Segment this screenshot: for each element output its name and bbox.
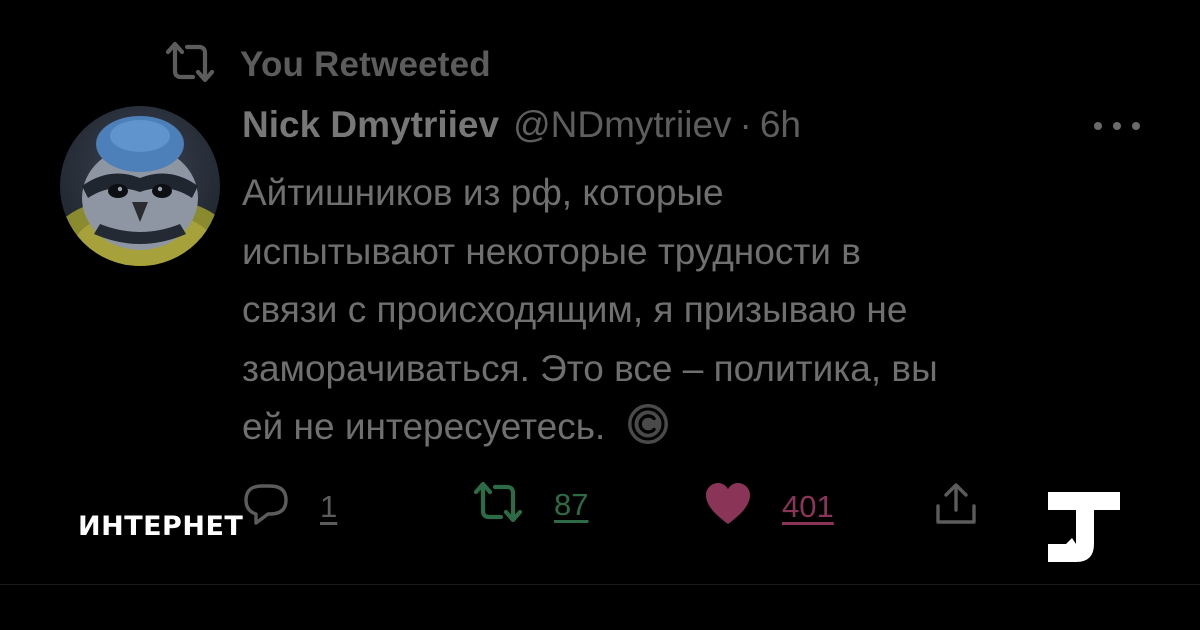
- retweet-icon: [164, 40, 216, 89]
- tweet-text-line: связи с происходящим, я призываю не: [242, 289, 908, 330]
- retweet-button[interactable]: 87: [472, 480, 588, 529]
- tweet-text-line: испытывают некоторые трудности в: [242, 230, 861, 272]
- share-icon: [932, 480, 980, 533]
- reply-icon: [242, 480, 290, 533]
- reply-button[interactable]: 1: [242, 480, 337, 533]
- tweet-text-line-last: ей не интересуетесь.: [242, 398, 1142, 457]
- avatar[interactable]: [60, 106, 220, 266]
- section-label[interactable]: ИНТЕРНЕТ: [78, 511, 243, 542]
- tweet-text-line: заморачиваться. Это все – политика, вы: [242, 347, 938, 389]
- share-button[interactable]: [932, 480, 980, 533]
- copyright-icon: [625, 401, 671, 447]
- meta-separator: ·: [739, 104, 752, 145]
- tweet-text-line: ей не интересуетесь.: [242, 406, 606, 447]
- tweet-timestamp[interactable]: 6h: [760, 104, 801, 146]
- retweet-header: You Retweeted: [164, 40, 491, 89]
- more-horizontal-icon[interactable]: [1094, 118, 1140, 134]
- tweet-screenshot-card: You Retweeted Nick Dmytriiev @NDmytriiev…: [0, 0, 1200, 630]
- tweet-text: Айтишников из рф, которые испытывают нек…: [242, 164, 1142, 457]
- retweet-label: You Retweeted: [240, 44, 491, 84]
- heart-icon: [704, 480, 752, 533]
- reply-count: 1: [320, 488, 338, 524]
- author-name[interactable]: Nick Dmytriiev: [242, 104, 499, 146]
- retweet-count: 87: [554, 486, 589, 522]
- author-handle[interactable]: @NDmytriiev: [513, 104, 731, 146]
- retweet-icon: [472, 480, 524, 529]
- divider: [0, 584, 1200, 585]
- tweet-author-row: Nick Dmytriiev @NDmytriiev · 6h: [242, 104, 801, 146]
- tweet-actions: 1 87 401: [238, 480, 998, 536]
- like-button[interactable]: 401: [704, 480, 834, 533]
- like-count: 401: [782, 488, 834, 524]
- t-logo[interactable]: [1048, 492, 1120, 562]
- tweet-text-line: Айтишников из рф, которые: [242, 172, 724, 213]
